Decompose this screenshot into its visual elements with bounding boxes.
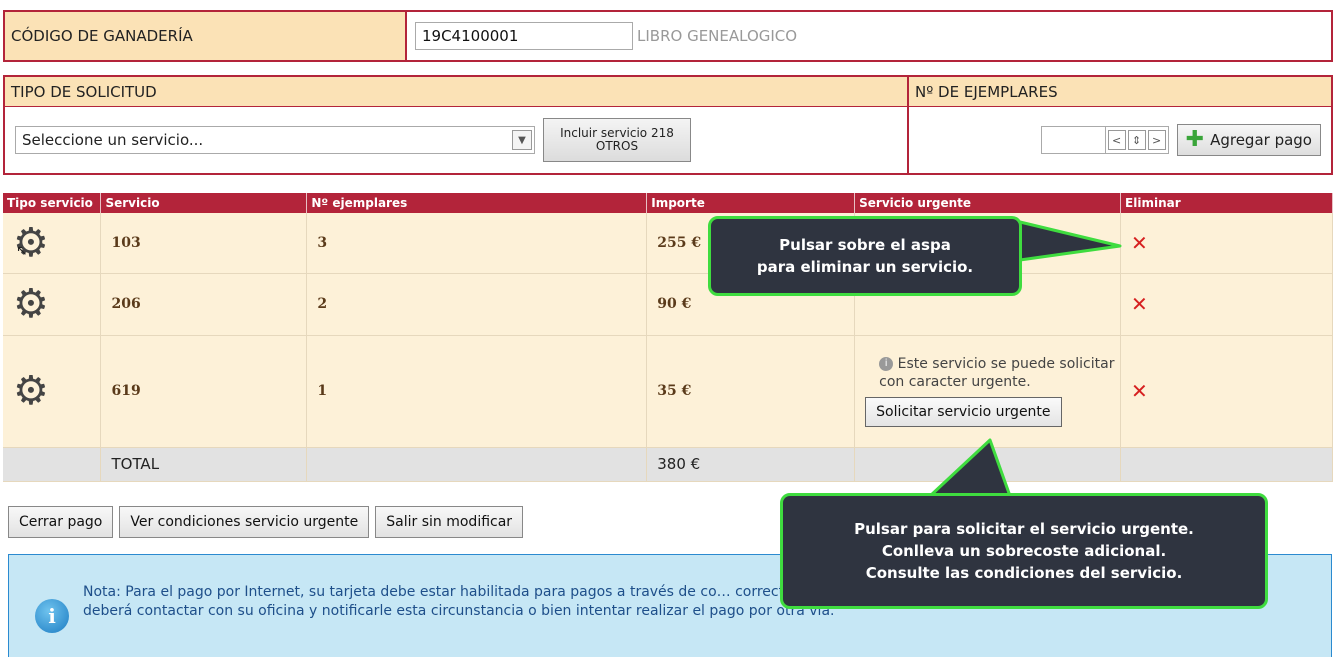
table-row: ⚙ 103 3 255 € ✕ [3, 213, 1333, 274]
codigo-ganaderia-input[interactable]: 19C4100001 [415, 22, 633, 50]
service-select[interactable]: Seleccione un servicio... ▼ [15, 126, 535, 154]
header-servicio: Servicio [100, 193, 308, 213]
info-icon: i [879, 357, 894, 371]
eliminar-callout-line1: Pulsar sobre el aspa [779, 236, 951, 254]
codigo-ganaderia-value-cell: 19C4100001 LIBRO GENEALOGICO [407, 12, 1331, 60]
eliminar-callout: Pulsar sobre el aspa para eliminar un se… [708, 216, 1022, 296]
header-eliminar: Eliminar [1120, 193, 1333, 213]
agregar-pago-label: Agregar pago [1210, 131, 1312, 149]
increment-icon[interactable]: > [1147, 130, 1166, 150]
incluir-servicio-button[interactable]: Incluir servicio 218 OTROS [543, 118, 691, 162]
delete-x-icon[interactable]: ✕ [1131, 292, 1148, 316]
codigo-ganaderia-row: CÓDIGO DE GANADERÍA 19C4100001 LIBRO GEN… [3, 10, 1333, 62]
urgent-info-text: Este servicio se puede solicitar con car… [879, 356, 1115, 390]
services-table: Tipo servicio Servicio Nº ejemplares Imp… [3, 193, 1333, 482]
total-value: 380 € [646, 447, 856, 482]
table-row: ⚙ 206 2 90 € ✕ [3, 273, 1333, 336]
delete-x-icon[interactable]: ✕ [1131, 379, 1148, 403]
urgent-info: i Este servicio se puede solicitar con c… [865, 355, 1120, 391]
ver-condiciones-button[interactable]: Ver condiciones servicio urgente [119, 506, 370, 538]
solicitar-urgente-button[interactable]: Solicitar servicio urgente [865, 397, 1062, 427]
service-select-value: Seleccione un servicio... [22, 131, 204, 149]
info-icon: i [35, 599, 69, 633]
agregar-pago-button[interactable]: ✚ Agregar pago [1176, 124, 1321, 156]
gear-icon: ⚙ [13, 281, 49, 327]
decrement-icon[interactable]: < [1107, 130, 1126, 150]
header-importe: Importe [646, 193, 856, 213]
chevron-down-icon[interactable]: ▼ [512, 130, 532, 150]
ejemplares-input[interactable] [1040, 126, 1105, 154]
incluir-servicio-line2: OTROS [595, 139, 639, 153]
action-buttons: Cerrar pago Ver condiciones servicio urg… [8, 506, 524, 538]
urgente-callout-line2: Conlleva un sobrecoste adicional. [881, 542, 1167, 560]
salir-sin-modificar-button[interactable]: Salir sin modificar [375, 506, 524, 538]
urgente-callout-line3: Consulte las condiciones del servicio. [865, 564, 1183, 582]
importe-cell: 35 € [646, 335, 856, 448]
urgente-callout: Pulsar para solicitar el servicio urgent… [780, 493, 1268, 609]
header-servicio-urgente: Servicio urgente [854, 193, 1122, 213]
up-down-icon[interactable]: ⇕ [1127, 130, 1146, 150]
solicitud-panel: TIPO DE SOLICITUD Seleccione un servicio… [3, 75, 1333, 175]
tipo-solicitud-header: TIPO DE SOLICITUD [5, 77, 907, 107]
total-label: TOTAL [100, 447, 308, 482]
ejemplares-stepper: < ⇕ > [1104, 126, 1169, 154]
mouse-cursor-icon: ↖ [16, 243, 28, 259]
table-header-row: Tipo servicio Servicio Nº ejemplares Imp… [3, 193, 1333, 213]
table-row: ⚙ 619 1 35 € i Este servicio se puede so… [3, 335, 1333, 448]
libro-genealogico-label: LIBRO GENEALOGICO [637, 27, 798, 45]
urgente-cell: i Este servicio se puede solicitar con c… [854, 335, 1122, 448]
servicio-cell: 103 [100, 213, 308, 274]
tipo-solicitud-section: TIPO DE SOLICITUD Seleccione un servicio… [5, 77, 909, 173]
ejemplares-cell: 1 [306, 335, 648, 448]
cerrar-pago-button[interactable]: Cerrar pago [8, 506, 114, 538]
header-ejemplares: Nº ejemplares [306, 193, 648, 213]
ejemplares-header: Nº DE EJEMPLARES [909, 77, 1331, 107]
ejemplares-cell: 2 [306, 273, 648, 336]
servicio-cell: 619 [100, 335, 308, 448]
ejemplares-cell: 3 [306, 213, 648, 274]
urgente-callout-line1: Pulsar para solicitar el servicio urgent… [854, 520, 1194, 538]
header-tipo-servicio: Tipo servicio [3, 193, 102, 213]
total-row: TOTAL 380 € [3, 447, 1333, 482]
servicio-cell: 206 [100, 273, 308, 336]
gear-icon: ⚙ [13, 368, 49, 414]
ejemplares-section: Nº DE EJEMPLARES < ⇕ > ✚ Agregar pago [909, 77, 1331, 173]
codigo-ganaderia-label: CÓDIGO DE GANADERÍA [5, 12, 407, 60]
plus-icon: ✚ [1185, 127, 1205, 152]
eliminar-callout-line2: para eliminar un servicio. [756, 258, 974, 276]
delete-x-icon[interactable]: ✕ [1131, 231, 1148, 255]
